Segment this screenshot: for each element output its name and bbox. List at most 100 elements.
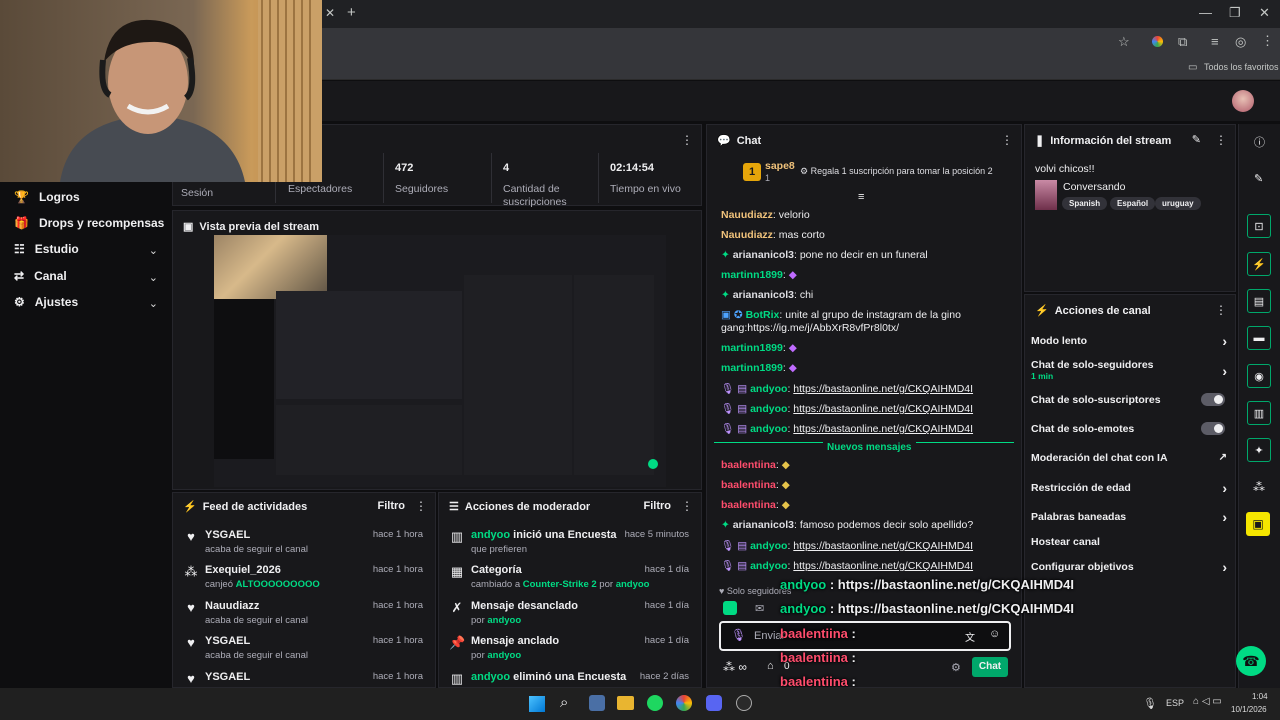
chat-username[interactable]: andyoo <box>750 423 787 435</box>
top-gifter-name[interactable]: sape8 <box>765 160 795 172</box>
info-icon[interactable]: ⓘ <box>1254 134 1265 150</box>
chat-username[interactable]: andyoo <box>750 560 787 572</box>
avatar[interactable] <box>1232 90 1254 112</box>
spotify-icon[interactable] <box>647 695 663 711</box>
category-name[interactable]: Conversando <box>1063 181 1125 193</box>
layout-icon[interactable]: ▥ <box>1247 401 1271 425</box>
chat-link[interactable]: https://bastaonline.net/g/CKQAIHMD4I <box>793 423 973 435</box>
clapper-icon[interactable]: ▣ <box>1246 512 1270 536</box>
banned-words-row[interactable]: Palabras baneadas › <box>1031 509 1227 525</box>
chat-username[interactable]: andyoo <box>750 540 787 552</box>
slow-mode-row[interactable]: Modo lento › <box>1031 333 1227 349</box>
points-icon[interactable]: ⁂ ∞ <box>723 660 747 674</box>
chat-username[interactable]: martinn1899 <box>721 342 783 354</box>
extensions-icon[interactable]: ⧉ <box>1178 34 1187 50</box>
chevron-down-icon[interactable]: ⌄ <box>149 244 158 257</box>
pencil-icon[interactable]: ✎ <box>1254 172 1263 185</box>
tag[interactable]: Spanish <box>1062 197 1108 210</box>
more-options-icon[interactable]: ⋮ <box>1215 303 1227 317</box>
search-icon[interactable]: ⌕ <box>560 694 568 711</box>
chat-username[interactable]: andyoo <box>750 383 787 395</box>
discord-icon[interactable] <box>706 695 722 711</box>
start-icon[interactable] <box>529 696 545 712</box>
chat-username[interactable]: BotRix <box>746 309 780 321</box>
more-options-icon[interactable]: ⋮ <box>1001 133 1013 147</box>
chat-username[interactable]: baalentiina <box>721 479 776 491</box>
store-app-icon[interactable] <box>589 695 605 711</box>
notes-icon[interactable]: ▤ <box>1247 289 1271 313</box>
broadcast-icon[interactable]: ◉ <box>1247 364 1271 388</box>
mic-icon[interactable]: 🎙 <box>731 628 746 642</box>
chat-username[interactable]: baalentiina <box>721 499 776 511</box>
close-tab-icon[interactable]: ✕ <box>325 6 335 20</box>
sidebar-item-ajustes[interactable]: ⚙ Ajustes <box>14 295 78 309</box>
chat-username[interactable]: martinn1899 <box>721 362 783 374</box>
translate-icon[interactable]: 文 <box>965 629 975 644</box>
chat-link[interactable]: https://bastaonline.net/g/CKQAIHMD4I <box>793 560 973 572</box>
chevron-down-icon[interactable]: ⌄ <box>149 271 158 284</box>
chat-username[interactable]: ariananicol3 <box>733 519 794 531</box>
filter-button[interactable]: Filtro <box>644 500 672 512</box>
profile-color-icon[interactable] <box>1152 36 1163 47</box>
mail-icon[interactable]: ✉ <box>755 602 764 615</box>
chat-username[interactable]: andyoo <box>750 403 787 415</box>
bookmark-star-icon[interactable]: ☆ <box>1118 34 1130 50</box>
tag[interactable]: uruguay <box>1155 197 1201 210</box>
clip-icon[interactable]: ⊡ <box>1247 214 1271 238</box>
sidebar-item-drops[interactable]: 🎁 Drops y recompensas <box>14 216 164 230</box>
chat-send-button[interactable]: Chat <box>972 657 1008 677</box>
chat-link[interactable]: https://bastaonline.net/g/CKQAIHMD4I <box>793 540 973 552</box>
chat-link[interactable]: https://bastaonline.net/g/CKQAIHMD4I <box>793 383 973 395</box>
chat-input[interactable]: 🎙 Enviar 文 ☺ <box>719 621 1011 651</box>
chat-bubble-icon[interactable]: ▬ <box>1247 326 1271 350</box>
clock-date[interactable]: 10/1/2026 <box>1231 705 1267 714</box>
wrench-icon[interactable]: ✦ <box>1247 438 1271 462</box>
chat-username[interactable]: Nauudiazz <box>721 209 773 221</box>
chat-username[interactable]: baalentiina <box>721 459 776 471</box>
new-tab-button[interactable]: + <box>347 4 356 21</box>
age-restriction-row[interactable]: Restricción de edad › <box>1031 480 1227 496</box>
more-options-icon[interactable]: ⋮ <box>681 499 693 513</box>
account-icon[interactable]: ◎ <box>1235 34 1246 50</box>
support-icon[interactable]: ☎ <box>1236 646 1266 676</box>
clock-time[interactable]: 1:04 <box>1252 692 1268 701</box>
bolt-icon[interactable]: ⚡ <box>1247 252 1271 276</box>
more-options-icon[interactable]: ⋮ <box>1215 133 1227 147</box>
points-icon[interactable]: ⁂ <box>1253 480 1265 494</box>
subs-only-toggle[interactable] <box>1201 393 1225 406</box>
folder-icon[interactable] <box>617 696 634 710</box>
mic-icon[interactable]: 🎙 <box>1143 697 1157 710</box>
gift-prompt[interactable]: ⚙ Regala 1 suscripción para tomar la pos… <box>800 166 993 177</box>
edit-icon[interactable]: ✎ <box>1192 133 1201 146</box>
chat-link[interactable]: https://bastaonline.net/g/CKQAIHMD4I <box>793 403 973 415</box>
chat-username[interactable]: Nauudiazz <box>721 229 773 241</box>
emoji-icon[interactable]: ☺ <box>989 628 1000 640</box>
chat-username[interactable]: martinn1899 <box>721 269 783 281</box>
close-window-icon[interactable]: ✕ <box>1259 5 1270 21</box>
maximize-icon[interactable]: ❐ <box>1229 5 1241 21</box>
tag[interactable]: Español <box>1110 197 1156 210</box>
more-options-icon[interactable]: ⋮ <box>681 133 693 147</box>
followers-only-row[interactable]: Chat de solo-seguidores › 1 min <box>1031 359 1227 381</box>
chrome-icon[interactable] <box>676 695 692 711</box>
emotes-only-toggle[interactable] <box>1201 422 1225 435</box>
all-bookmarks-link[interactable]: Todos los favoritos <box>1204 62 1279 72</box>
host-channel-row[interactable]: Hostear canal <box>1031 536 1227 548</box>
menu-icon[interactable]: ⋮ <box>1261 33 1274 49</box>
sidebar-item-logros[interactable]: 🏆 Logros <box>14 190 80 204</box>
minimize-icon[interactable]: — <box>1199 5 1212 20</box>
goals-row[interactable]: Configurar objetivos › <box>1031 559 1227 575</box>
language-indicator[interactable]: ESP <box>1166 698 1184 708</box>
chat-username[interactable]: ariananicol3 <box>733 289 794 301</box>
store-icon[interactable]: ⌂ <box>767 660 774 672</box>
more-options-icon[interactable]: ⋮ <box>415 499 427 513</box>
media-icon[interactable]: ≡ <box>1211 34 1219 49</box>
chat-settings-icon[interactable]: ⚙ <box>951 661 961 674</box>
ai-moderation-row[interactable]: Moderación del chat con IA ↗ <box>1031 452 1227 464</box>
chat-username[interactable]: ariananicol3 <box>733 249 794 261</box>
app-icon[interactable] <box>736 695 752 711</box>
stream-preview-video[interactable] <box>214 235 666 487</box>
emote-pack-icon[interactable] <box>723 601 737 615</box>
network-icon[interactable]: ⌂ ◁ ▭ <box>1193 696 1222 707</box>
filter-button[interactable]: Filtro <box>378 500 406 512</box>
